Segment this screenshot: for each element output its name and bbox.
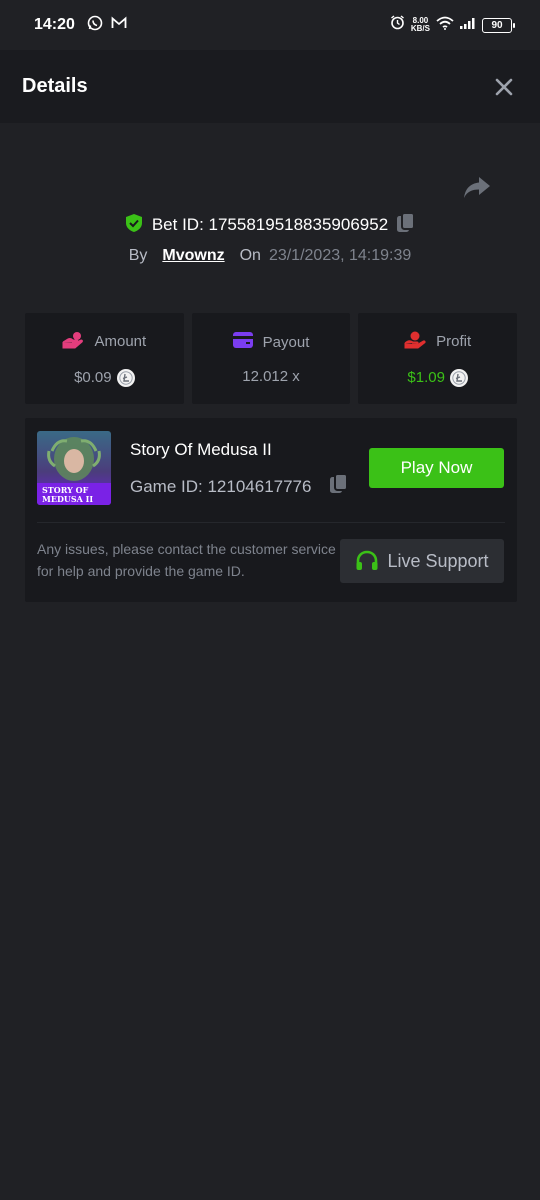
share-icon	[464, 177, 490, 198]
copy-icon	[330, 473, 349, 493]
game-card: STORY OF MEDUSA II Story Of Medusa II Ga…	[25, 418, 517, 602]
copy-bet-id-button[interactable]	[396, 211, 416, 239]
headset-icon	[356, 550, 378, 570]
divider	[37, 522, 505, 523]
mail-icon	[111, 16, 127, 35]
battery-level: 90	[491, 19, 503, 31]
bet-id: Bet ID: 1755819518835906952	[151, 215, 389, 234]
verified-shield-icon	[124, 213, 144, 238]
bet-id-row: Bet ID: 1755819518835906952	[0, 210, 540, 240]
money-hand-icon	[62, 331, 84, 353]
copy-game-id-button[interactable]	[329, 473, 349, 500]
bet-date: 23/1/2023, 14:19:39	[268, 247, 412, 264]
litecoin-icon	[449, 368, 468, 387]
net-speed: 8.00 KB/S	[411, 17, 430, 33]
stat-payout-value-row: 12.012 x	[242, 368, 300, 385]
signal-icon	[460, 16, 476, 34]
stat-profit-value-row: $1.09	[407, 368, 468, 387]
profit-hand-icon	[404, 331, 426, 353]
support-info-text: Any issues, please contact the customer …	[37, 541, 336, 579]
game-title[interactable]: Story Of Medusa II	[130, 440, 272, 460]
wifi-icon	[436, 16, 454, 35]
status-time: 14:20	[34, 16, 75, 33]
net-speed-unit: KB/S	[410, 24, 430, 33]
close-icon	[495, 78, 513, 95]
stat-profit-header: Profit	[404, 331, 471, 353]
thumb-title-line2: MEDUSA II	[42, 494, 93, 504]
stat-profit: Profit $1.09	[358, 313, 518, 404]
stat-profit-value: $1.09	[407, 369, 445, 386]
game-id: Game ID: 12104617776	[130, 476, 312, 496]
alarm-icon	[390, 15, 405, 35]
bet-author-row: By Mvownz On 23/1/2023, 14:19:39	[0, 242, 540, 270]
on-label: On	[239, 247, 261, 264]
whatsapp-icon	[87, 15, 103, 36]
stat-amount-label: Amount	[94, 333, 147, 350]
page-title: Details	[22, 75, 88, 97]
user-link[interactable]: Mvownz	[162, 247, 224, 265]
close-button[interactable]	[492, 75, 516, 99]
status-bar: 14:20 8.00 KB/S 90	[0, 0, 540, 50]
litecoin-icon	[116, 368, 135, 387]
by-label: By	[128, 247, 148, 264]
card-icon	[232, 332, 253, 352]
stat-payout-value: 12.012 x	[242, 368, 300, 385]
stat-payout-label: Payout	[262, 333, 310, 351]
stat-amount-value: $0.09	[74, 369, 112, 386]
bet-stats: Amount $0.09 Payout 12.012 x Profit $1.0…	[25, 313, 518, 404]
game-id-row: Game ID: 12104617776	[130, 473, 349, 500]
stat-payout-header: Payout	[232, 332, 310, 352]
live-support-label: Live Support	[387, 550, 489, 571]
stat-payout: Payout 12.012 x	[191, 313, 351, 404]
details-header: Details	[0, 50, 540, 123]
status-right: 8.00 KB/S 90	[390, 15, 515, 35]
live-support-button[interactable]: Live Support	[340, 539, 504, 583]
battery-icon: 90	[482, 17, 515, 33]
stat-profit-label: Profit	[436, 333, 472, 350]
stat-amount-header: Amount	[62, 331, 146, 353]
copy-icon	[397, 211, 416, 232]
status-left: 14:20	[34, 15, 127, 36]
stat-amount-value-row: $0.09	[74, 368, 135, 387]
share-button[interactable]	[462, 174, 492, 202]
game-thumbnail[interactable]: STORY OF MEDUSA II	[37, 431, 111, 505]
stat-amount: Amount $0.09	[25, 313, 184, 404]
play-now-button[interactable]: Play Now	[369, 448, 504, 488]
